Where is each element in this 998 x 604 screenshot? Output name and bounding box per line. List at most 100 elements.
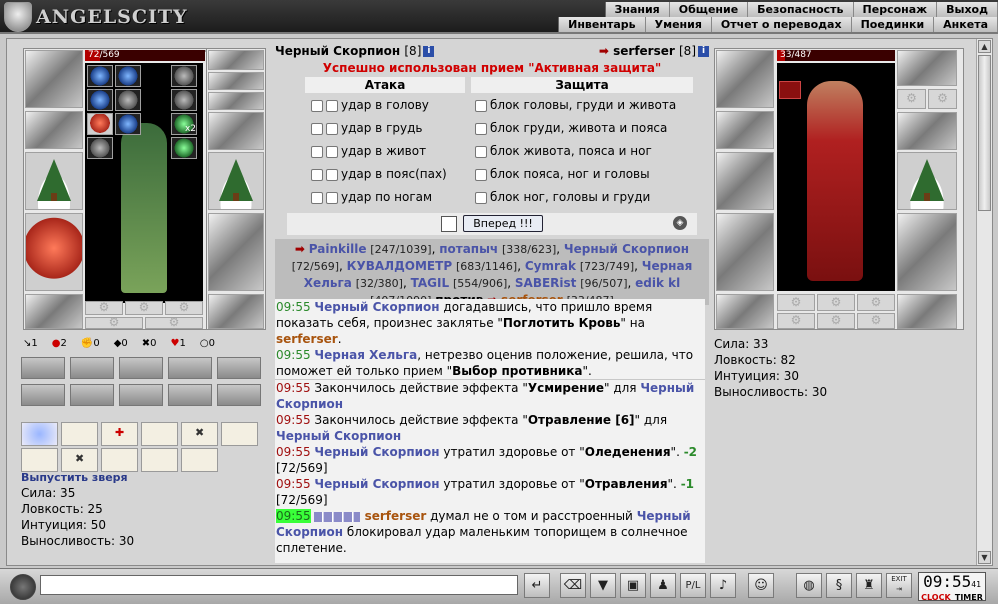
right-pocket-2[interactable] <box>817 294 855 311</box>
attack-radio[interactable] <box>326 122 338 135</box>
skill-button-5[interactable] <box>217 357 261 379</box>
rune-slot-7[interactable] <box>87 113 113 135</box>
attack-radio[interactable] <box>326 191 338 204</box>
block-row-4[interactable]: блок пояса, ног и головы <box>475 166 650 182</box>
nav-inventory[interactable]: Инвентарь <box>559 17 646 32</box>
tree-slot[interactable] <box>25 152 83 210</box>
rune-slot-8[interactable] <box>115 113 141 135</box>
attack-radio[interactable] <box>326 99 338 112</box>
left-fighter-name[interactable]: Черный Скорпион <box>275 44 400 58</box>
rune-slot-6[interactable] <box>171 89 197 111</box>
pl-icon[interactable]: P/L <box>680 573 706 598</box>
scroll-slot-7[interactable] <box>21 448 58 472</box>
right-pocket-1[interactable] <box>777 294 815 311</box>
attack-radio[interactable] <box>311 168 323 181</box>
fighter-name[interactable]: потапыч <box>439 242 498 256</box>
weapon-slot[interactable] <box>208 112 264 150</box>
right-pocket-6[interactable] <box>857 313 895 329</box>
amulet-slot[interactable] <box>208 50 264 70</box>
rune-slot-2[interactable] <box>115 65 141 87</box>
figure-icon[interactable]: ♟ <box>650 573 676 598</box>
right-axe-slot[interactable] <box>716 152 774 210</box>
skill-button-6[interactable] <box>21 384 65 406</box>
block-row-3[interactable]: блок живота, пояса и ног <box>475 143 652 159</box>
rune-slot-5[interactable] <box>115 89 141 111</box>
scroll-slot-5[interactable] <box>181 422 218 446</box>
page-scrollbar[interactable]: ▲ ▼ <box>976 39 992 565</box>
release-pet-link[interactable]: Выпустить зверя <box>21 471 128 484</box>
log-character-name[interactable]: Черный Скорпион <box>276 429 401 443</box>
filter-icon[interactable]: ▼ <box>590 573 616 598</box>
right-armor-slot[interactable] <box>716 213 774 291</box>
attack-row-4[interactable]: удар в пояс(пах) <box>311 166 447 182</box>
attack-radio[interactable] <box>311 122 323 135</box>
right-fighter-name[interactable]: serferser <box>613 44 675 58</box>
attack-row-1[interactable]: удар в голову <box>311 97 429 113</box>
log-character-name[interactable]: serferser <box>276 332 338 346</box>
skill-button-4[interactable] <box>168 357 212 379</box>
log-character-name[interactable]: Черный Скорпион <box>314 477 439 491</box>
log-character-name[interactable]: Черный Скорпион <box>314 445 439 459</box>
shield-icon[interactable]: ◈ <box>673 216 687 230</box>
scroll-slot-8[interactable] <box>61 448 98 472</box>
info-icon[interactable]: i <box>423 46 435 57</box>
rune-slot-3[interactable] <box>171 65 197 87</box>
nav-character[interactable]: Персонаж <box>854 2 938 17</box>
block-row-2[interactable]: блок груди, живота и пояса <box>475 120 667 136</box>
attack-radio[interactable] <box>311 99 323 112</box>
fighter-name[interactable]: Cymrak <box>525 259 576 273</box>
chat-toggle-icon[interactable] <box>10 574 36 600</box>
block-radio[interactable] <box>475 99 487 112</box>
smiley-icon[interactable]: ☺ <box>748 573 774 598</box>
sound-icon[interactable]: ♪ <box>710 573 736 598</box>
skill-button-2[interactable] <box>70 357 114 379</box>
scroll-slot-9[interactable] <box>101 448 138 472</box>
chat-input[interactable] <box>40 575 518 595</box>
right-gloves-slot[interactable] <box>897 112 957 150</box>
fighter-name[interactable]: Painkille <box>309 242 367 256</box>
skill-button-10[interactable] <box>217 384 261 406</box>
left-tree-slot-2[interactable] <box>208 152 264 210</box>
scroll-slot-11[interactable] <box>181 448 218 472</box>
pocket-slot-1[interactable] <box>85 301 123 315</box>
trophy-icon[interactable]: ♜ <box>856 573 882 598</box>
attack-row-5[interactable]: удар по ногам <box>311 189 432 205</box>
pocket-slot-4[interactable] <box>85 317 143 329</box>
right-amulet-slot[interactable] <box>897 50 957 86</box>
right-boots-slot[interactable] <box>897 294 957 329</box>
pocket-slot-3[interactable] <box>165 301 203 315</box>
attack-radio[interactable] <box>326 145 338 158</box>
fighter-name[interactable]: TAGIL <box>411 276 450 290</box>
right-pocket-3[interactable] <box>857 294 895 311</box>
auto-checkbox[interactable] <box>441 215 458 232</box>
nav-exit[interactable]: Выход <box>937 2 998 17</box>
belt-slot[interactable] <box>25 294 83 329</box>
block-row-5[interactable]: блок ног, головы и груди <box>475 189 650 205</box>
nav-fights[interactable]: Поединки <box>852 17 935 32</box>
scroll-slot-6[interactable] <box>221 422 258 446</box>
rune-slot-10[interactable] <box>87 137 113 159</box>
pocket-slot-5[interactable] <box>145 317 203 329</box>
scroll-slot-1[interactable] <box>21 422 58 446</box>
exit-door-icon[interactable]: EXIT ⇥ <box>886 573 912 598</box>
fighter-name[interactable]: edik kl <box>635 276 680 290</box>
skill-button-7[interactable] <box>70 384 114 406</box>
right-pocket-4[interactable] <box>777 313 815 329</box>
rune-slot-9[interactable]: x2 <box>171 113 197 135</box>
enter-icon[interactable]: ↵ <box>524 573 550 598</box>
pocket-slot-2[interactable] <box>125 301 163 315</box>
scroll-slot-10[interactable] <box>141 448 178 472</box>
log-character-name[interactable]: serferser <box>360 509 427 523</box>
armor-slot[interactable] <box>25 213 83 291</box>
eraser-icon[interactable]: ⌫ <box>560 573 586 598</box>
scroll-slot-4[interactable] <box>141 422 178 446</box>
block-radio[interactable] <box>475 168 487 181</box>
rune-slot-1[interactable] <box>87 65 113 87</box>
go-button[interactable]: Вперед !!! <box>463 215 543 232</box>
rune-slot-11[interactable] <box>171 137 197 159</box>
skill-button-1[interactable] <box>21 357 65 379</box>
right-pocket-5[interactable] <box>817 313 855 329</box>
bracer-slot[interactable] <box>25 111 83 149</box>
save-icon[interactable]: ▣ <box>620 573 646 598</box>
right-ring-2[interactable] <box>928 89 957 109</box>
